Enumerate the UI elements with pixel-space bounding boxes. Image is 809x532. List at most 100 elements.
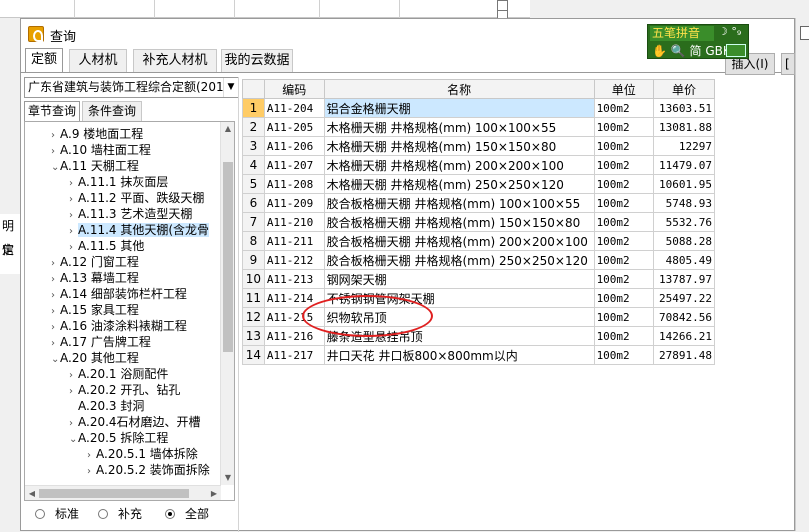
tree-node[interactable]: › A.20.4石材磨边、开槽 xyxy=(69,414,201,430)
tree-node[interactable]: › A.15 家具工程 xyxy=(51,302,139,318)
tree-node[interactable]: › A.20.2 开孔、钻孔 xyxy=(69,382,180,398)
name-cell[interactable]: 胶合板格栅天棚 井格规格(mm) 250×250×120 xyxy=(323,250,595,270)
unit-cell[interactable]: 100m2 xyxy=(593,212,655,232)
price-cell[interactable]: 10601.95 xyxy=(653,174,715,194)
tree-node[interactable]: › A.11.3 艺术造型天棚 xyxy=(69,206,192,222)
name-cell[interactable]: 井口天花 井口板800×800mm以内 xyxy=(323,345,595,365)
row-index-cell[interactable]: 12 xyxy=(242,307,265,327)
price-cell[interactable]: 5088.28 xyxy=(653,231,715,251)
table-row[interactable]: 6 A11-209 胶合板格栅天棚 井格规格(mm) 100×100×55 100m2… xyxy=(242,193,715,213)
table-row[interactable]: 9 A11-212 胶合板格栅天棚 井格规格(mm) 250×250×120 100m… xyxy=(242,250,715,270)
price-cell[interactable]: 11479.07 xyxy=(653,155,715,175)
replace-button[interactable]: [ xyxy=(781,53,795,75)
unit-cell[interactable]: 100m2 xyxy=(593,326,655,346)
table-row[interactable]: 1 A11-204 铝合金格栅天棚 100m2 13603.51 xyxy=(242,98,715,118)
tree-node[interactable]: › A.16 油漆涂料裱糊工程 xyxy=(51,318,187,334)
chevron-down-icon[interactable]: ⌄ xyxy=(51,160,60,176)
radio-standard[interactable]: 标准 xyxy=(35,505,79,522)
code-cell[interactable]: A11-210 xyxy=(263,212,325,232)
row-index-cell[interactable]: 13 xyxy=(242,326,265,346)
tree-node[interactable]: › A.10 墙柱面工程 xyxy=(51,142,151,158)
name-cell[interactable]: 木格栅天棚 井格规格(mm) 250×250×120 xyxy=(323,174,595,194)
chevron-down-icon[interactable]: ▼ xyxy=(223,78,238,97)
tree-node[interactable]: › A.11.1 抹灰面层 xyxy=(69,174,168,190)
name-cell[interactable]: 木格栅天棚 井格规格(mm) 200×200×100 xyxy=(323,155,595,175)
name-cell[interactable]: 木格栅天棚 井格规格(mm) 150×150×80 xyxy=(323,136,595,156)
tree-node[interactable]: ⌄A.11 天棚工程 xyxy=(51,158,139,174)
price-cell[interactable]: 70842.56 xyxy=(653,307,715,327)
keyboard-icon[interactable] xyxy=(726,44,746,57)
scroll-thumb[interactable] xyxy=(39,489,189,498)
unit-cell[interactable]: 100m2 xyxy=(593,288,655,308)
quota-library-select[interactable]: 广东省建筑与装饰工程综合定额(201 ▼ xyxy=(24,77,239,98)
scroll-down-icon[interactable]: ▼ xyxy=(221,471,234,485)
tree-vertical-scrollbar[interactable]: ▲ ▼ xyxy=(220,122,234,485)
code-cell[interactable]: A11-208 xyxy=(263,174,325,194)
table-row[interactable]: 10 A11-213 钢网架天棚 100m2 13787.97 xyxy=(242,269,715,289)
column-header-price[interactable]: 单价 xyxy=(653,79,715,99)
code-cell[interactable]: A11-206 xyxy=(263,136,325,156)
row-index-cell[interactable]: 2 xyxy=(242,117,265,137)
unit-cell[interactable]: 100m2 xyxy=(593,250,655,270)
panel-splitter[interactable] xyxy=(238,77,239,532)
unit-cell[interactable]: 100m2 xyxy=(593,231,655,251)
code-cell[interactable]: A11-211 xyxy=(263,231,325,251)
price-cell[interactable]: 4805.49 xyxy=(653,250,715,270)
tree-node[interactable]: › A.11.4 其他天棚(含龙骨 xyxy=(69,222,210,238)
unit-cell[interactable]: 100m2 xyxy=(593,307,655,327)
code-cell[interactable]: A11-209 xyxy=(263,193,325,213)
tab-chapter-query[interactable]: 章节查询 xyxy=(24,101,80,121)
row-index-cell[interactable]: 11 xyxy=(242,288,265,308)
price-cell[interactable]: 5748.93 xyxy=(653,193,715,213)
tree-node[interactable]: A.20.3 封洞 xyxy=(69,398,144,414)
chevron-down-icon[interactable]: ⌄ xyxy=(51,352,60,368)
tree-node[interactable]: › A.20.1 浴厕配件 xyxy=(69,366,168,382)
tree-node[interactable]: › A.17 广告牌工程 xyxy=(51,334,151,350)
table-row[interactable]: 4 A11-207 木格栅天棚 井格规格(mm) 200×200×100 100m2 1… xyxy=(242,155,715,175)
row-index-cell[interactable]: 7 xyxy=(242,212,265,232)
code-cell[interactable]: A11-207 xyxy=(263,155,325,175)
table-row[interactable]: 13 A11-216 藤条造型悬挂吊顶 100m2 14266.21 xyxy=(242,326,715,346)
price-cell[interactable]: 12297 xyxy=(653,136,715,156)
unit-cell[interactable]: 100m2 xyxy=(593,174,655,194)
tree-node[interactable]: › A.11.2 平面、跌级天棚 xyxy=(69,190,204,206)
price-cell[interactable]: 5532.76 xyxy=(653,212,715,232)
tree-node[interactable]: › A.13 幕墙工程 xyxy=(51,270,139,286)
name-cell[interactable]: 木格栅天棚 井格规格(mm) 100×100×55 xyxy=(323,117,595,137)
unit-cell[interactable]: 100m2 xyxy=(593,117,655,137)
row-index-cell[interactable]: 14 xyxy=(242,345,265,365)
price-cell[interactable]: 13603.51 xyxy=(653,98,715,118)
code-cell[interactable]: A11-205 xyxy=(263,117,325,137)
scroll-thumb[interactable] xyxy=(223,162,233,352)
tree-node[interactable]: › A.20.5.2 装饰面拆除 xyxy=(87,462,210,478)
tree-node[interactable]: ⌄A.20 其他工程 xyxy=(51,350,139,366)
code-cell[interactable]: A11-216 xyxy=(263,326,325,346)
table-row[interactable]: 8 A11-211 胶合板格栅天棚 井格规格(mm) 200×200×100 100m… xyxy=(242,231,715,251)
row-index-cell[interactable]: 5 xyxy=(242,174,265,194)
row-index-cell[interactable]: 8 xyxy=(242,231,265,251)
tab-labor-material-machine[interactable]: 人材机 xyxy=(69,49,127,72)
radio-all[interactable]: 全部 xyxy=(165,505,209,522)
tree-node[interactable]: › A.12 门窗工程 xyxy=(51,254,139,270)
scroll-right-icon[interactable]: ▶ xyxy=(207,486,221,500)
price-cell[interactable]: 27891.48 xyxy=(653,345,715,365)
code-cell[interactable]: A11-212 xyxy=(263,250,325,270)
ime-moon-icon[interactable]: ☽ °₉ xyxy=(718,25,741,38)
table-row[interactable]: 7 A11-210 胶合板格栅天棚 井格规格(mm) 150×150×80 100m2… xyxy=(242,212,715,232)
row-index-cell[interactable]: 1 xyxy=(242,98,265,118)
ime-options[interactable]: ✋ 🔍 简 GBK xyxy=(652,42,731,59)
table-row[interactable]: 5 A11-208 木格栅天棚 井格规格(mm) 250×250×120 100m2 1… xyxy=(242,174,715,194)
background-button[interactable] xyxy=(800,26,809,40)
radio-supplement[interactable]: 补充 xyxy=(98,505,142,522)
tab-cloud-data[interactable]: 我的云数据 xyxy=(221,49,293,72)
tree-node[interactable]: › A.14 细部装饰栏杆工程 xyxy=(51,286,187,302)
tab-condition-query[interactable]: 条件查询 xyxy=(82,101,142,121)
ime-toolbar[interactable]: 五笔拼音 ☽ °₉ ✋ 🔍 简 GBK xyxy=(647,24,749,59)
name-cell[interactable]: 胶合板格栅天棚 井格规格(mm) 200×200×100 xyxy=(323,231,595,251)
scroll-left-icon[interactable]: ◀ xyxy=(25,486,39,500)
name-cell[interactable]: 铝合金格栅天棚 xyxy=(323,98,595,118)
table-row[interactable]: 3 A11-206 木格栅天棚 井格规格(mm) 150×150×80 100m2 12… xyxy=(242,136,715,156)
column-header-name[interactable]: 名称 xyxy=(323,79,595,99)
name-cell[interactable]: 胶合板格栅天棚 井格规格(mm) 100×100×55 xyxy=(323,193,595,213)
tab-supplementary[interactable]: 补充人材机 xyxy=(133,49,217,72)
